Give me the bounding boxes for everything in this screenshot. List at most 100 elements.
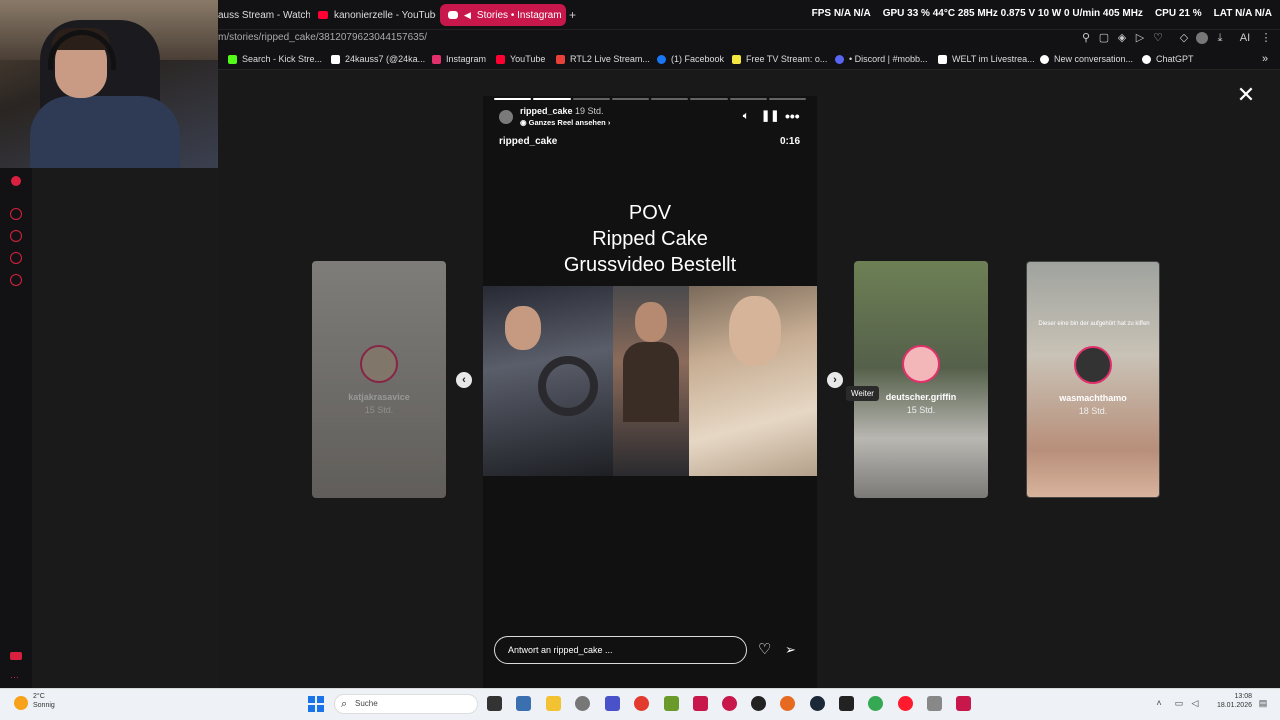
screenshot-icon[interactable]: ▢ [1098, 32, 1110, 44]
bookmark-label: YouTube [510, 54, 546, 64]
shield-icon[interactable]: ◈ [1116, 32, 1128, 44]
bookmark-facebook[interactable]: (1) Facebook [657, 52, 724, 66]
app-icon[interactable] [780, 696, 795, 711]
video-panel-car [483, 286, 613, 476]
steering-wheel [538, 356, 598, 416]
mouse-icon[interactable] [575, 696, 590, 711]
volume-icon[interactable]: 🔈︎ [739, 109, 753, 123]
volume-icon[interactable]: ◁ [1190, 698, 1200, 708]
settings-icon[interactable] [10, 274, 22, 286]
epic-games-icon[interactable] [839, 696, 854, 711]
windows-start-icon[interactable] [308, 696, 324, 712]
bookmark-instagram[interactable]: Instagram [432, 52, 486, 66]
story-username[interactable]: ripped_cake [520, 106, 573, 116]
file-explorer-icon[interactable] [546, 696, 561, 711]
progress-segment [651, 98, 689, 100]
task-view-icon[interactable] [487, 696, 502, 711]
weather-sun-icon[interactable] [14, 696, 28, 710]
pin-icon[interactable]: ⚲ [1080, 32, 1092, 44]
progress-segment [494, 98, 532, 100]
gx-icon[interactable] [10, 652, 22, 660]
kick-icon [228, 54, 237, 64]
headline-line: Grussvideo Bestellt [563, 254, 737, 276]
app-icon[interactable] [751, 696, 766, 711]
opera-gx-icon[interactable] [898, 696, 913, 711]
view-reel-label: Ganzes Reel ansehen [528, 118, 606, 127]
avatar[interactable] [499, 110, 513, 124]
taskbar-clock[interactable]: 13:08 18.01.2026 [1204, 692, 1252, 710]
new-tab-button[interactable]: + [569, 8, 576, 22]
browser-sidebar [0, 168, 32, 688]
avatar [902, 345, 940, 383]
network-icon[interactable]: ▭ [1174, 698, 1184, 708]
active-story[interactable]: ripped_cake 19 Std. ◉ Ganzes Reel ansehe… [483, 96, 817, 688]
app-icon[interactable] [664, 696, 679, 711]
bookmark-label: 24kauss7 (@24ka... [345, 54, 426, 64]
extensions-icon[interactable] [10, 252, 22, 264]
bookmark-freetv[interactable]: Free TV Stream: o... [732, 52, 827, 66]
rtl2-icon [556, 54, 565, 64]
view-reel-link[interactable]: ◉ Ganzes Reel ansehen › [520, 118, 610, 127]
story-headline: POV Ripped Cake Grussvideo Bestellt [483, 200, 817, 278]
weather-widget[interactable]: 2°C Sonnig [33, 692, 55, 710]
bookmark-discord[interactable]: • Discord | #mobb... [835, 52, 928, 66]
close-icon[interactable]: ✕ [1236, 84, 1256, 106]
pause-icon[interactable]: ❚❚ [761, 109, 779, 123]
bookmark-rtl2[interactable]: RTL2 Live Stream... [556, 52, 650, 66]
steam-icon[interactable] [810, 696, 825, 711]
heart-icon[interactable]: ♡ [1152, 32, 1164, 44]
taskbar-search[interactable]: Suche [334, 694, 478, 714]
bookmark-new-conversation[interactable]: New conversation... [1040, 52, 1133, 66]
ai-icon[interactable]: AI [1236, 32, 1254, 44]
bookmark-welt[interactable]: WELT im Livestrea... [938, 52, 1035, 66]
bookmark-label: ChatGPT [1156, 54, 1194, 64]
send-icon[interactable]: ➢ [785, 642, 801, 658]
story-time: 15 Std. [364, 405, 394, 415]
bookmark-label: WELT im Livestrea... [952, 54, 1035, 64]
story-preview-deutscher-griffin[interactable]: deutscher.griffin 15 Std. [854, 261, 988, 498]
chrome-icon[interactable] [868, 696, 883, 711]
bookmarks-overflow-icon[interactable]: » [1262, 52, 1268, 66]
app-icon[interactable] [927, 696, 942, 711]
more-icon[interactable]: ⋯ [10, 672, 19, 683]
story-time: 15 Std. [906, 405, 936, 415]
clock-date: 18.01.2026 [1216, 702, 1252, 709]
extensions-icon[interactable]: ◇ [1178, 32, 1190, 44]
bookmark-youtube[interactable]: YouTube [496, 52, 545, 66]
tab-youtube[interactable]: kanonierzelle - YouTube [310, 4, 436, 26]
menu-icon[interactable]: ⋮ [1260, 32, 1272, 44]
story-username: wasmachthamo [1059, 393, 1127, 403]
notifications-icon[interactable]: ▤ [1258, 698, 1268, 708]
like-heart-icon[interactable]: ♡ [758, 642, 774, 658]
instagram-icon [448, 11, 458, 19]
history-icon[interactable] [10, 230, 22, 242]
bookmark-label: Instagram [446, 54, 487, 64]
download-icon[interactable]: ⤓ [1214, 32, 1226, 44]
reply-input[interactable]: Antwort an ripped_cake ... [494, 636, 747, 664]
bookmark-tiktok[interactable]: 24kauss7 (@24ka... [331, 52, 425, 66]
bookmark-label: • Discord | #mobb... [849, 54, 928, 64]
app-icon[interactable] [722, 696, 737, 711]
more-options-icon[interactable]: ••• [785, 109, 800, 123]
app-icon[interactable] [634, 696, 649, 711]
story-preview-wasmachthamo[interactable]: Dieser eine bin der aufgehört hat zu kif… [1026, 261, 1160, 498]
play-icon[interactable]: ▷ [1134, 32, 1146, 44]
app-icon[interactable] [956, 696, 971, 711]
weather-desc: Sonnig [33, 702, 55, 709]
previous-story-button[interactable]: ‹ [456, 372, 472, 388]
tab-kick[interactable]: auss Stream - Watch L [210, 4, 310, 26]
url-field[interactable]: m/stories/ripped_cake/381207962304415763… [218, 32, 427, 43]
bookmark-kick[interactable]: Search - Kick Stre... [228, 52, 322, 66]
v-app-icon[interactable] [605, 696, 620, 711]
app-icon[interactable] [693, 696, 708, 711]
tab-instagram-stories[interactable]: ◀ Stories • Instagram [440, 4, 566, 26]
progress-segment [729, 98, 767, 100]
calculator-icon[interactable] [516, 696, 531, 711]
profile-avatar[interactable] [1196, 32, 1208, 44]
next-story-button[interactable]: › [827, 372, 843, 388]
story-preview-katjakrasavice[interactable]: katjakrasavice 15 Std. [312, 261, 446, 498]
play-icon[interactable] [10, 208, 22, 220]
bookmark-chatgpt[interactable]: ChatGPT [1142, 52, 1194, 66]
notification-icon[interactable] [11, 176, 21, 186]
tray-chevron-icon[interactable]: ˄ [1154, 698, 1164, 708]
